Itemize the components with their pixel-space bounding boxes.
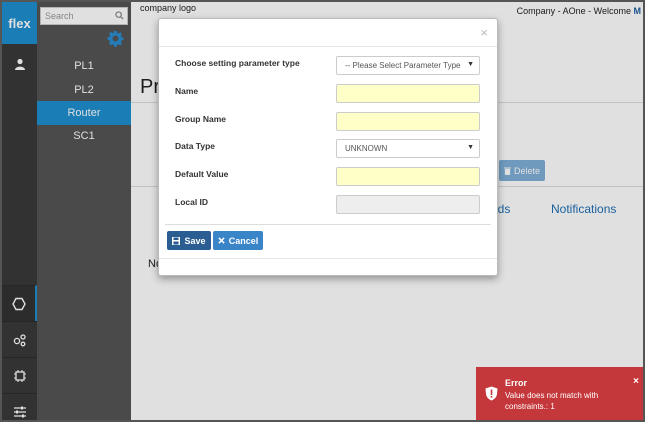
data-type-select[interactable]: UNKNOWN ▼: [336, 139, 480, 158]
name-label: Name: [175, 86, 199, 96]
cancel-button[interactable]: Cancel: [213, 231, 263, 250]
data-type-label: Data Type: [175, 141, 215, 151]
chevron-down-icon: ▼: [467, 61, 474, 68]
toast-title: Error: [505, 378, 528, 388]
close-icon[interactable]: ×: [633, 376, 639, 387]
divider: [165, 224, 491, 225]
local-id-label: Local ID: [175, 197, 209, 207]
group-name-input[interactable]: [336, 112, 480, 131]
default-value-input[interactable]: [336, 167, 480, 186]
local-id-input: [336, 195, 480, 214]
save-label: Save: [184, 235, 206, 246]
data-type-value: UNKNOWN: [345, 144, 388, 153]
param-type-label: Choose setting parameter type: [175, 58, 300, 68]
error-toast: Error Value does not match with constrai…: [476, 367, 643, 420]
param-type-select[interactable]: -- Please Select Parameter Type ▼: [336, 56, 480, 75]
shield-alert-icon: [485, 386, 498, 404]
param-type-value: -- Please Select Parameter Type: [345, 61, 461, 70]
toast-message: Value does not match with constraints.: …: [505, 391, 599, 411]
chevron-down-icon: ▼: [467, 144, 474, 151]
parameter-dialog: × Choose setting parameter type -- Pleas…: [158, 18, 498, 276]
save-button[interactable]: Save: [167, 231, 211, 250]
close-icon: [218, 237, 225, 244]
default-value-label: Default Value: [175, 169, 229, 179]
floppy-icon: [172, 236, 181, 245]
name-input[interactable]: [336, 84, 480, 103]
cancel-label: Cancel: [228, 235, 259, 246]
divider: [159, 46, 497, 47]
divider: [159, 258, 497, 259]
group-name-label: Group Name: [175, 114, 227, 124]
close-icon[interactable]: ×: [480, 25, 488, 40]
